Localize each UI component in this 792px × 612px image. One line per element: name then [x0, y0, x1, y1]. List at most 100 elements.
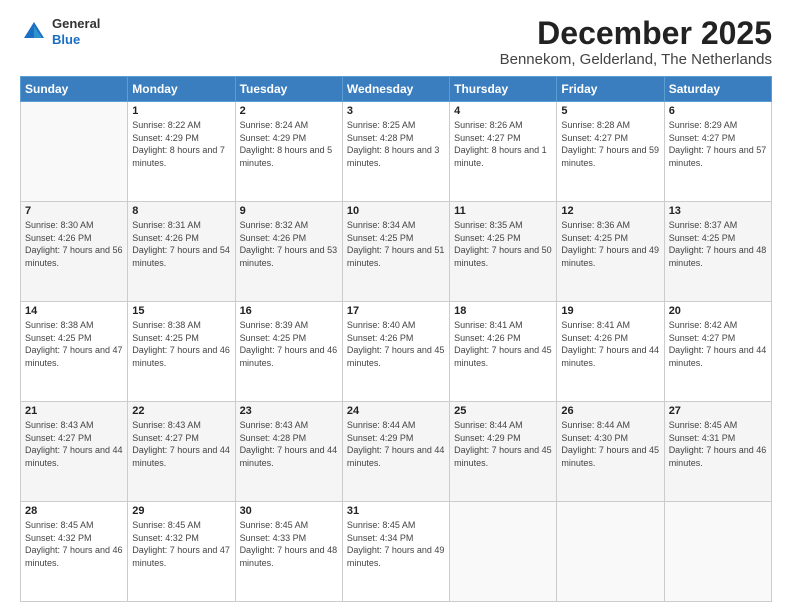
day-number-4: 4	[454, 105, 552, 117]
calendar-cell-4-5	[557, 502, 664, 602]
header-tuesday: Tuesday	[235, 77, 342, 102]
calendar-cell-2-0: 14 Sunrise: 8:38 AMSunset: 4:25 PMDayligh…	[21, 302, 128, 402]
day-number-21: 21	[25, 405, 123, 417]
calendar-cell-3-5: 26 Sunrise: 8:44 AMSunset: 4:30 PMDayligh…	[557, 402, 664, 502]
day-info-21: Sunrise: 8:43 AMSunset: 4:27 PMDaylight:…	[25, 419, 123, 469]
day-number-14: 14	[25, 305, 123, 317]
day-info-23: Sunrise: 8:43 AMSunset: 4:28 PMDaylight:…	[240, 419, 338, 469]
calendar-cell-3-6: 27 Sunrise: 8:45 AMSunset: 4:31 PMDayligh…	[664, 402, 771, 502]
calendar-cell-2-3: 17Sunrise: 8:40 AMSunset: 4:26 PMDayligh…	[342, 302, 449, 402]
day-number-9: 9	[240, 205, 338, 217]
calendar-cell-1-5: 12Sunrise: 8:36 AMSunset: 4:25 PMDayligh…	[557, 202, 664, 302]
day-info-30: Sunrise: 8:45 AMSunset: 4:33 PMDaylight:…	[240, 519, 338, 569]
day-number-28: 28	[25, 505, 123, 517]
week-row-4: 28 Sunrise: 8:45 AMSunset: 4:32 PMDayligh…	[21, 502, 772, 602]
logo: General Blue	[20, 16, 100, 47]
day-number-19: 19	[561, 305, 659, 317]
day-info-1: Sunrise: 8:22 AMSunset: 4:29 PMDaylight:…	[132, 119, 230, 169]
day-number-5: 5	[561, 105, 659, 117]
title-section: December 2025 Bennekom, Gelderland, The …	[500, 16, 772, 68]
day-info-28: Sunrise: 8:45 AMSunset: 4:32 PMDaylight:…	[25, 519, 123, 569]
day-number-22: 22	[132, 405, 230, 417]
day-number-27: 27	[669, 405, 767, 417]
calendar-cell-0-3: 3 Sunrise: 8:25 AMSunset: 4:28 PMDaylight…	[342, 102, 449, 202]
day-number-15: 15	[132, 305, 230, 317]
logo-icon	[20, 18, 48, 46]
day-info-19: Sunrise: 8:41 AMSunset: 4:26 PMDaylight:…	[561, 319, 659, 369]
header-thursday: Thursday	[450, 77, 557, 102]
calendar-cell-2-2: 16 Sunrise: 8:39 AMSunset: 4:25 PMDayligh…	[235, 302, 342, 402]
day-info-7: Sunrise: 8:30 AMSunset: 4:26 PMDaylight:…	[25, 219, 123, 269]
calendar-cell-0-0	[21, 102, 128, 202]
day-number-1: 1	[132, 105, 230, 117]
day-info-15: Sunrise: 8:38 AMSunset: 4:25 PMDaylight:…	[132, 319, 230, 369]
day-number-30: 30	[240, 505, 338, 517]
day-number-26: 26	[561, 405, 659, 417]
calendar-page: General Blue December 2025 Bennekom, Gel…	[0, 0, 792, 612]
day-number-3: 3	[347, 105, 445, 117]
logo-blue-text: Blue	[52, 32, 80, 47]
day-info-14: Sunrise: 8:38 AMSunset: 4:25 PMDaylight:…	[25, 319, 123, 369]
day-number-16: 16	[240, 305, 338, 317]
calendar-cell-0-5: 5 Sunrise: 8:28 AMSunset: 4:27 PMDaylight…	[557, 102, 664, 202]
calendar-cell-1-4: 11 Sunrise: 8:35 AMSunset: 4:25 PMDayligh…	[450, 202, 557, 302]
calendar-table: Sunday Monday Tuesday Wednesday Thursday…	[20, 76, 772, 602]
header-sunday: Sunday	[21, 77, 128, 102]
day-info-2: Sunrise: 8:24 AMSunset: 4:29 PMDaylight:…	[240, 119, 338, 169]
calendar-cell-3-3: 24Sunrise: 8:44 AMSunset: 4:29 PMDayligh…	[342, 402, 449, 502]
day-number-29: 29	[132, 505, 230, 517]
day-number-20: 20	[669, 305, 767, 317]
day-info-17: Sunrise: 8:40 AMSunset: 4:26 PMDaylight:…	[347, 319, 445, 369]
calendar-cell-1-3: 10 Sunrise: 8:34 AMSunset: 4:25 PMDayligh…	[342, 202, 449, 302]
calendar-cell-2-1: 15 Sunrise: 8:38 AMSunset: 4:25 PMDayligh…	[128, 302, 235, 402]
calendar-cell-0-4: 4Sunrise: 8:26 AMSunset: 4:27 PMDaylight…	[450, 102, 557, 202]
calendar-cell-4-0: 28 Sunrise: 8:45 AMSunset: 4:32 PMDayligh…	[21, 502, 128, 602]
day-info-27: Sunrise: 8:45 AMSunset: 4:31 PMDaylight:…	[669, 419, 767, 469]
calendar-cell-4-1: 29Sunrise: 8:45 AMSunset: 4:32 PMDayligh…	[128, 502, 235, 602]
day-info-25: Sunrise: 8:44 AMSunset: 4:29 PMDaylight:…	[454, 419, 552, 469]
day-info-26: Sunrise: 8:44 AMSunset: 4:30 PMDaylight:…	[561, 419, 659, 469]
week-row-0: 1 Sunrise: 8:22 AMSunset: 4:29 PMDaylight…	[21, 102, 772, 202]
week-row-2: 14 Sunrise: 8:38 AMSunset: 4:25 PMDayligh…	[21, 302, 772, 402]
day-number-23: 23	[240, 405, 338, 417]
header-monday: Monday	[128, 77, 235, 102]
day-number-6: 6	[669, 105, 767, 117]
day-info-10: Sunrise: 8:34 AMSunset: 4:25 PMDaylight:…	[347, 219, 445, 269]
calendar-cell-0-2: 2Sunrise: 8:24 AMSunset: 4:29 PMDaylight…	[235, 102, 342, 202]
header-friday: Friday	[557, 77, 664, 102]
day-number-10: 10	[347, 205, 445, 217]
header-saturday: Saturday	[664, 77, 771, 102]
header-wednesday: Wednesday	[342, 77, 449, 102]
calendar-cell-4-6	[664, 502, 771, 602]
location: Bennekom, Gelderland, The Netherlands	[500, 51, 772, 68]
day-info-3: Sunrise: 8:25 AMSunset: 4:28 PMDaylight:…	[347, 119, 445, 169]
calendar-cell-2-4: 18Sunrise: 8:41 AMSunset: 4:26 PMDayligh…	[450, 302, 557, 402]
day-info-12: Sunrise: 8:36 AMSunset: 4:25 PMDaylight:…	[561, 219, 659, 269]
day-number-11: 11	[454, 205, 552, 217]
calendar-cell-0-6: 6 Sunrise: 8:29 AMSunset: 4:27 PMDaylight…	[664, 102, 771, 202]
day-info-5: Sunrise: 8:28 AMSunset: 4:27 PMDaylight:…	[561, 119, 659, 169]
day-info-8: Sunrise: 8:31 AMSunset: 4:26 PMDaylight:…	[132, 219, 230, 269]
calendar-cell-1-1: 8 Sunrise: 8:31 AMSunset: 4:26 PMDaylight…	[128, 202, 235, 302]
weekday-header-row: Sunday Monday Tuesday Wednesday Thursday…	[21, 77, 772, 102]
day-info-16: Sunrise: 8:39 AMSunset: 4:25 PMDaylight:…	[240, 319, 338, 369]
calendar-cell-2-6: 20Sunrise: 8:42 AMSunset: 4:27 PMDayligh…	[664, 302, 771, 402]
day-info-22: Sunrise: 8:43 AMSunset: 4:27 PMDaylight:…	[132, 419, 230, 469]
day-number-24: 24	[347, 405, 445, 417]
calendar-cell-3-1: 22 Sunrise: 8:43 AMSunset: 4:27 PMDayligh…	[128, 402, 235, 502]
calendar-cell-4-3: 31Sunrise: 8:45 AMSunset: 4:34 PMDayligh…	[342, 502, 449, 602]
day-number-18: 18	[454, 305, 552, 317]
calendar-cell-3-0: 21 Sunrise: 8:43 AMSunset: 4:27 PMDayligh…	[21, 402, 128, 502]
day-number-13: 13	[669, 205, 767, 217]
month-title: December 2025	[500, 16, 772, 51]
calendar-cell-1-2: 9 Sunrise: 8:32 AMSunset: 4:26 PMDaylight…	[235, 202, 342, 302]
day-info-6: Sunrise: 8:29 AMSunset: 4:27 PMDaylight:…	[669, 119, 767, 169]
calendar-cell-4-4	[450, 502, 557, 602]
day-info-9: Sunrise: 8:32 AMSunset: 4:26 PMDaylight:…	[240, 219, 338, 269]
calendar-cell-0-1: 1 Sunrise: 8:22 AMSunset: 4:29 PMDaylight…	[128, 102, 235, 202]
day-info-11: Sunrise: 8:35 AMSunset: 4:25 PMDaylight:…	[454, 219, 552, 269]
week-row-3: 21 Sunrise: 8:43 AMSunset: 4:27 PMDayligh…	[21, 402, 772, 502]
day-number-8: 8	[132, 205, 230, 217]
week-row-1: 7Sunrise: 8:30 AMSunset: 4:26 PMDaylight…	[21, 202, 772, 302]
day-info-13: Sunrise: 8:37 AMSunset: 4:25 PMDaylight:…	[669, 219, 767, 269]
